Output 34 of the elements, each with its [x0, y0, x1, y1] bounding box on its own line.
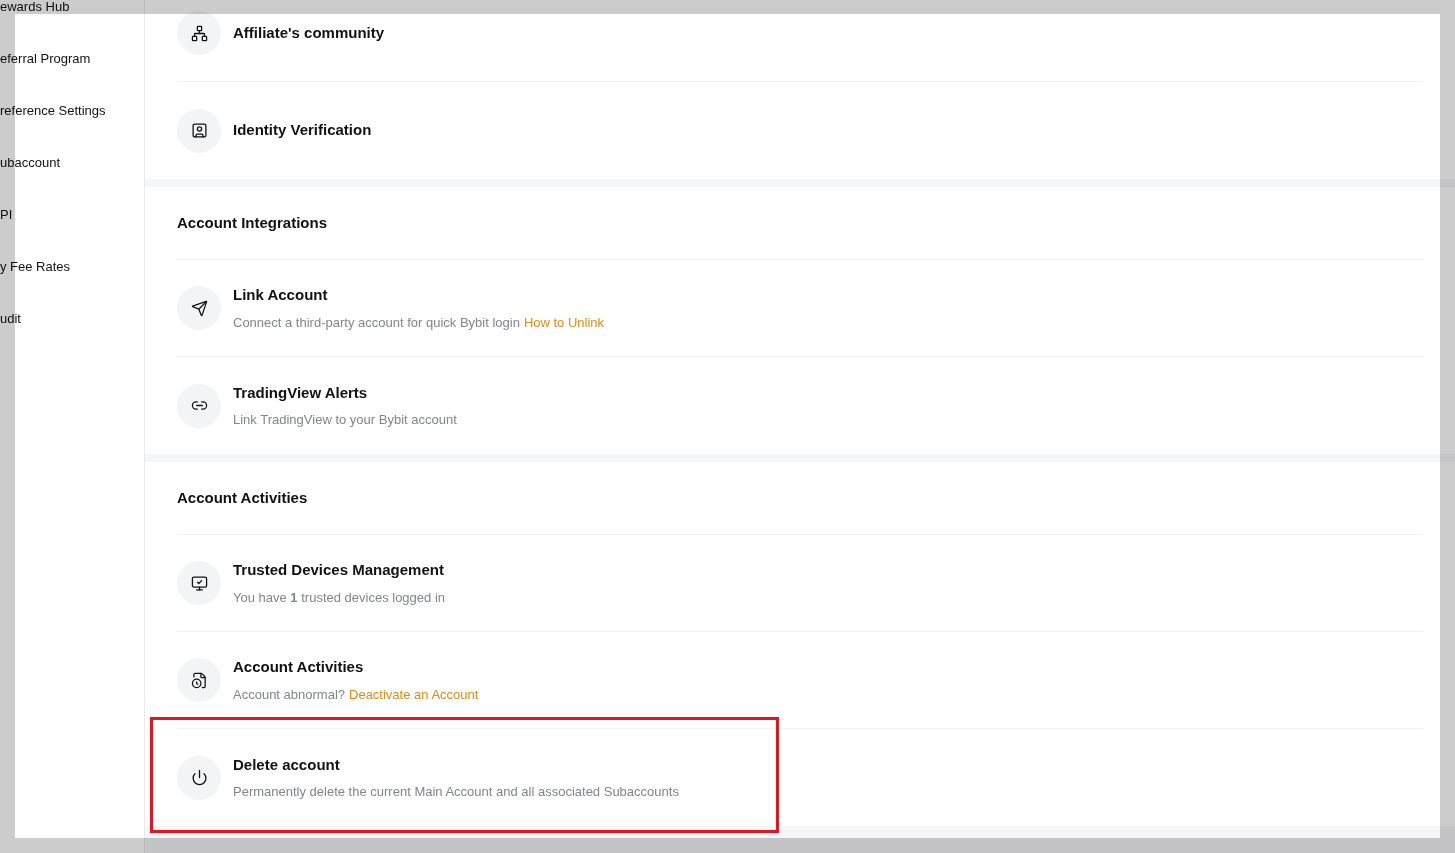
row-title[interactable]: Delete account: [233, 753, 679, 776]
settings-row[interactable]: Trusted Devices Management You have 1 trusted devices logged in: [177, 535, 1423, 632]
row-title[interactable]: TradingView Alerts: [233, 381, 457, 404]
sidebar-item[interactable]: y Fee Rates: [0, 241, 144, 293]
sidebar-item[interactable]: ewards Hub: [0, 0, 144, 33]
settings-row[interactable]: Link Account Connect a third-party account for quick Bybit login How to Unlink: [177, 260, 1423, 357]
document-clock-icon: [190, 671, 208, 689]
row-description: Account abnormal?: [233, 685, 345, 704]
row-description: Connect a third-party account for quick Bybit login: [233, 313, 520, 332]
row-title[interactable]: Link Account: [233, 284, 605, 307]
paper-plane-icon: [190, 299, 208, 317]
row-description: Link TradingView to your Bybit account: [233, 411, 457, 429]
settings-row[interactable]: Identity Verification: [177, 82, 1423, 179]
settings-row[interactable]: Affiliate's community: [177, 0, 1423, 82]
row-title[interactable]: Affiliate's community: [233, 21, 385, 45]
sidebar-item[interactable]: PI: [0, 189, 144, 241]
user-badge-icon: [190, 122, 208, 139]
network-icon: [190, 24, 208, 42]
row-description: You have 1 trusted devices logged in: [233, 588, 446, 607]
sidebar-item[interactable]: reference Settings: [0, 85, 144, 137]
row-description: Permanently delete the current Main Account and all associated Subaccounts: [233, 783, 679, 801]
row-title[interactable]: Account Activities: [233, 656, 479, 679]
sidebar-item[interactable]: udit: [0, 293, 144, 345]
section-heading: Account Integrations: [177, 212, 327, 233]
settings-row[interactable]: Account Activities Account abnormal? Deactivate an Account: [177, 632, 1423, 729]
row-title[interactable]: Identity Verification: [233, 119, 372, 142]
monitor-check-icon: [190, 574, 208, 592]
section-heading: Account Activities: [177, 487, 308, 508]
sidebar-item[interactable]: eferral Program: [0, 33, 144, 85]
sidebar-item[interactable]: ubaccount: [0, 137, 144, 189]
row-title[interactable]: Trusted Devices Management: [233, 559, 446, 582]
settings-row[interactable]: Delete account Permanently delete the current Main Account and all associated Subaccounts: [177, 729, 1423, 826]
power-icon: [190, 769, 208, 786]
settings-row[interactable]: TradingView Alerts Link TradingView to your Bybit account: [177, 357, 1423, 454]
